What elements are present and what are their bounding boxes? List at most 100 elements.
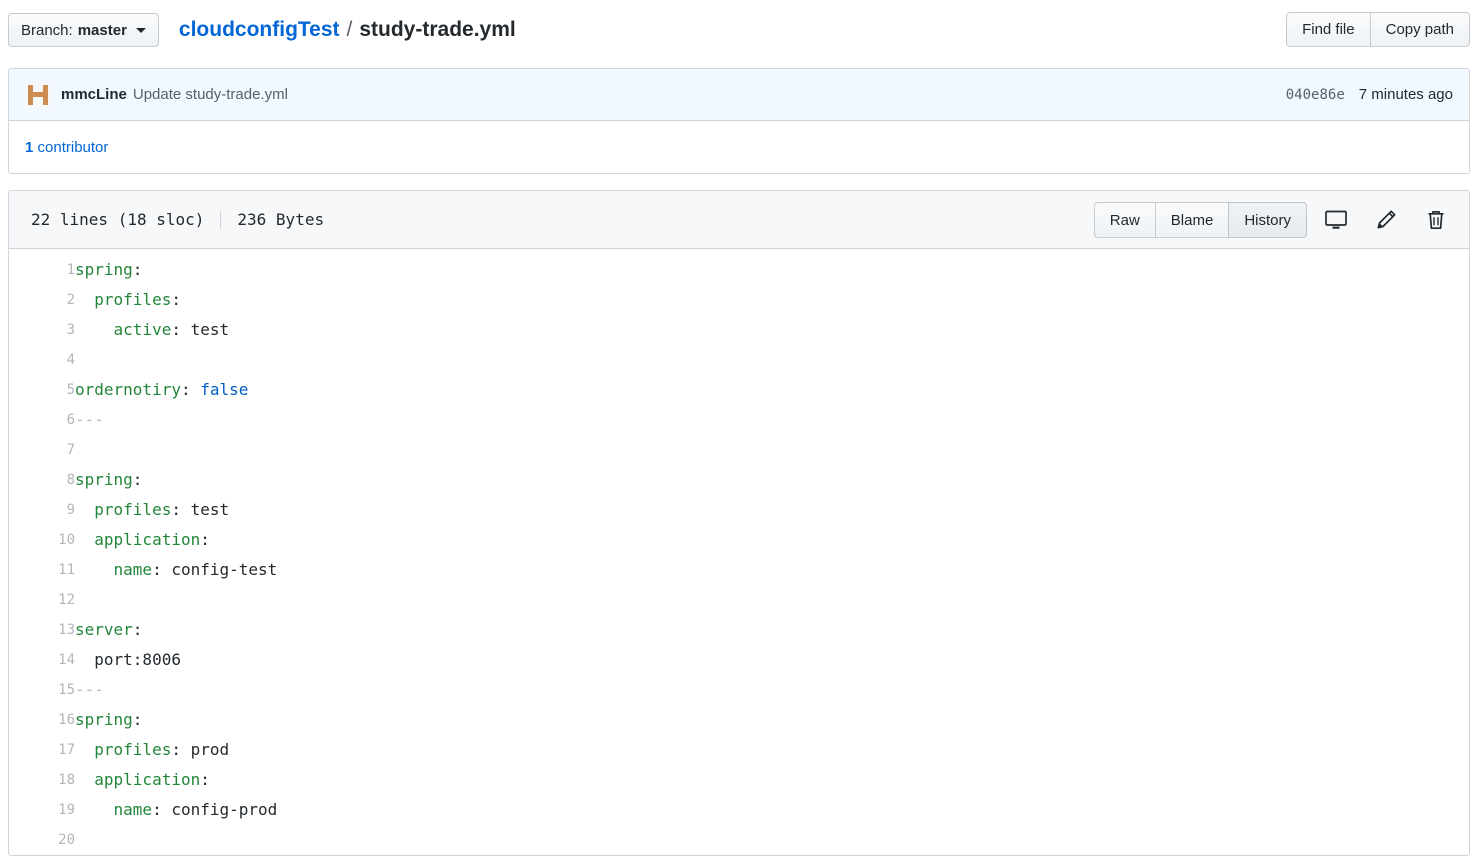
code-line-content[interactable]: [75, 435, 1469, 465]
code-line-number[interactable]: 2: [9, 285, 75, 315]
code-line-content[interactable]: ---: [75, 675, 1469, 705]
file-info-divider: [220, 210, 222, 229]
breadcrumb-repo-link[interactable]: cloudconfigTest: [179, 18, 340, 42]
code-line-number[interactable]: 8: [9, 465, 75, 495]
code-token: test: [190, 500, 230, 519]
code-line: 1 spring:: [9, 255, 1469, 285]
code-line-content[interactable]: [75, 825, 1469, 855]
code-line-number[interactable]: 12: [9, 585, 75, 615]
breadcrumb: cloudconfigTest / study-trade.yml: [179, 18, 516, 42]
code-line-number[interactable]: 14: [9, 645, 75, 675]
code-token: profiles: [94, 290, 172, 309]
code-line: 16 spring:: [9, 705, 1469, 735]
code-line-content[interactable]: application:: [75, 765, 1469, 795]
code-line-number[interactable]: 9: [9, 495, 75, 525]
open-in-desktop-button[interactable]: [1315, 202, 1357, 238]
code-line-content[interactable]: [75, 585, 1469, 615]
code-line-content[interactable]: active: test: [75, 315, 1469, 345]
code-line-number[interactable]: 10: [9, 525, 75, 555]
code-line-content[interactable]: port:8006: [75, 645, 1469, 675]
code-token: :: [200, 770, 210, 789]
code-line-number[interactable]: 17: [9, 735, 75, 765]
code-line-content[interactable]: server:: [75, 615, 1469, 645]
blame-button[interactable]: Blame: [1154, 202, 1229, 238]
code-line-content[interactable]: [75, 345, 1469, 375]
code-line-number[interactable]: 20: [9, 825, 75, 855]
commit-meta: 040e86e 7 minutes ago: [1286, 86, 1453, 103]
contributors-label: contributor: [37, 138, 109, 156]
code-table-body: 1 spring: 2 profiles: 3 active: test 4 5 orde…: [9, 255, 1469, 855]
code-line-number[interactable]: 13: [9, 615, 75, 645]
code-viewer: 1 spring: 2 profiles: 3 active: test 4 5 orde…: [9, 249, 1469, 855]
history-button[interactable]: History: [1228, 202, 1307, 238]
code-line-number[interactable]: 1: [9, 255, 75, 285]
code-line: 6 ---: [9, 405, 1469, 435]
commit-sha-link[interactable]: 040e86e: [1286, 87, 1345, 103]
code-line-number[interactable]: 5: [9, 375, 75, 405]
code-line-number[interactable]: 6: [9, 405, 75, 435]
code-line-content[interactable]: profiles: prod: [75, 735, 1469, 765]
edit-file-button[interactable]: [1365, 202, 1407, 238]
code-line-content[interactable]: profiles: test: [75, 495, 1469, 525]
code-line-content[interactable]: ---: [75, 405, 1469, 435]
code-line: 20: [9, 825, 1469, 855]
code-line-number[interactable]: 19: [9, 795, 75, 825]
raw-button[interactable]: Raw: [1093, 202, 1155, 238]
user-avatar[interactable]: [25, 81, 51, 108]
code-token: spring: [75, 260, 133, 279]
file-breadcrumb-bar: Branch: master cloudconfigTest / study-t…: [0, 0, 1478, 60]
code-line: 12: [9, 585, 1469, 615]
contributors-link[interactable]: 1 contributor: [25, 139, 108, 156]
code-line-content[interactable]: spring:: [75, 465, 1469, 495]
code-line-content[interactable]: ordernotiry: false: [75, 375, 1469, 405]
code-line: 18 application:: [9, 765, 1469, 795]
desktop-icon: [1325, 210, 1347, 229]
branch-prefix-label: Branch:: [21, 21, 73, 39]
code-line-number[interactable]: 3: [9, 315, 75, 345]
code-line: 17 profiles: prod: [9, 735, 1469, 765]
code-token: config-prod: [171, 800, 278, 819]
code-line-number[interactable]: 4: [9, 345, 75, 375]
code-line-number[interactable]: 18: [9, 765, 75, 795]
code-line: 4: [9, 345, 1469, 375]
code-line: 9 profiles: test: [9, 495, 1469, 525]
topbar-actions: Find file Copy path: [1286, 12, 1470, 47]
code-line-content[interactable]: spring:: [75, 255, 1469, 285]
code-token: config-test: [171, 560, 278, 579]
branch-name-label: master: [77, 21, 127, 39]
branch-selector-button[interactable]: Branch: master: [8, 13, 159, 47]
latest-commit-box: mmcLine Update study-trade.yml 040e86e 7…: [8, 68, 1470, 174]
commit-message-link[interactable]: Update study-trade.yml: [133, 86, 288, 103]
code-line-content[interactable]: name: config-test: [75, 555, 1469, 585]
code-token: name: [113, 560, 153, 579]
pencil-icon: [1377, 210, 1396, 229]
code-token: port:8006: [94, 650, 181, 669]
file-view-button-group: Raw Blame History: [1093, 202, 1307, 238]
code-line-content[interactable]: name: config-prod: [75, 795, 1469, 825]
code-line: 3 active: test: [9, 315, 1469, 345]
code-line-number[interactable]: 15: [9, 675, 75, 705]
code-line-number[interactable]: 7: [9, 435, 75, 465]
copy-path-button[interactable]: Copy path: [1369, 12, 1470, 47]
delete-file-button[interactable]: [1415, 202, 1457, 238]
code-line-number[interactable]: 16: [9, 705, 75, 735]
code-token: :: [132, 620, 143, 639]
code-line-number[interactable]: 11: [9, 555, 75, 585]
trash-icon: [1428, 210, 1444, 230]
commit-author-link[interactable]: mmcLine: [61, 86, 127, 103]
contributors-count: 1: [25, 138, 34, 156]
file-view-page: Branch: master cloudconfigTest / study-t…: [0, 0, 1478, 867]
code-line: 5 ordernotiry: false: [9, 375, 1469, 405]
code-line-content[interactable]: profiles:: [75, 285, 1469, 315]
code-token: server: [75, 620, 133, 639]
file-size: 236 Bytes: [237, 210, 325, 229]
find-file-button[interactable]: Find file: [1286, 12, 1370, 47]
code-line-content[interactable]: spring:: [75, 705, 1469, 735]
code-token: profiles: [94, 500, 172, 519]
code-line-content[interactable]: application:: [75, 525, 1469, 555]
code-token: application: [94, 530, 201, 549]
